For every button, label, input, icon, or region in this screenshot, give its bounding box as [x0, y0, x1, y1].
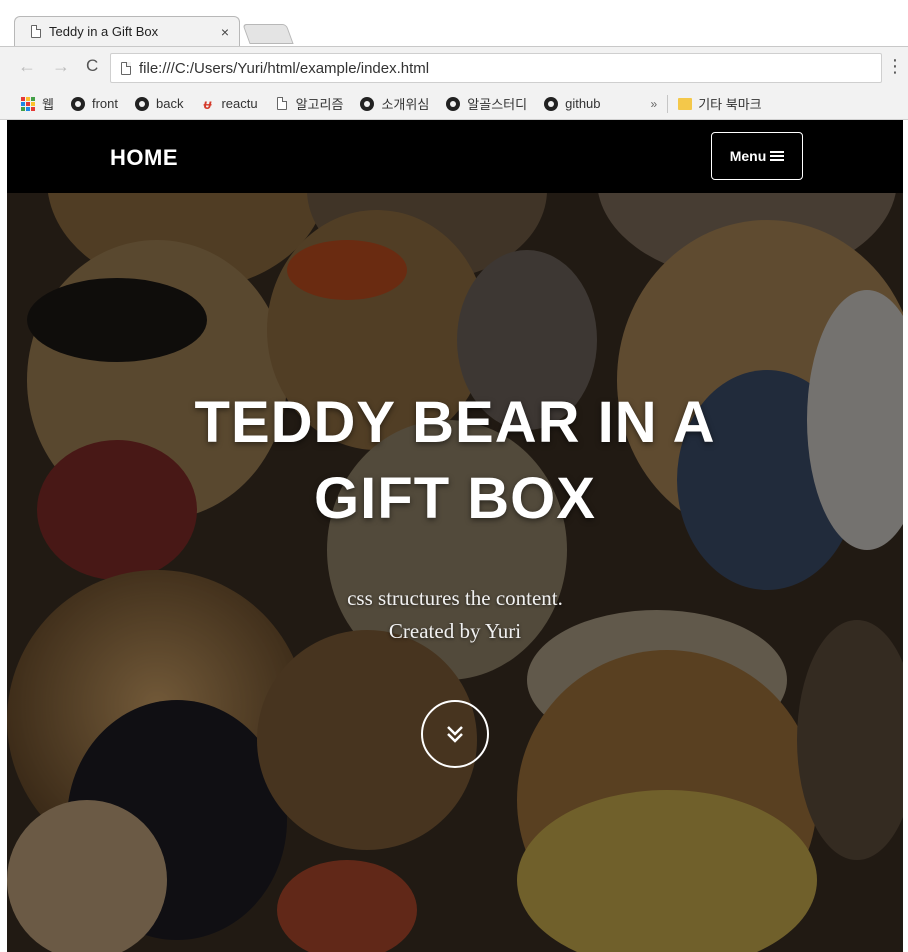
- page-icon: [31, 25, 41, 38]
- browser-tab[interactable]: Teddy in a Gift Box ×: [14, 16, 240, 46]
- bookmark-item[interactable]: back: [134, 96, 183, 112]
- github-icon: [70, 96, 86, 112]
- bookmark-item[interactable]: github: [543, 96, 601, 112]
- reload-icon[interactable]: C: [86, 57, 98, 75]
- apps-icon: [20, 96, 36, 112]
- site-navbar: HOME Menu: [7, 120, 903, 193]
- bookmarks-overflow-icon[interactable]: »: [651, 97, 658, 111]
- bookmark-label: reactu: [221, 96, 258, 111]
- github-icon: [134, 96, 150, 112]
- bookmark-label: front: [91, 96, 118, 111]
- bookmark-label: 알고리즘: [295, 97, 344, 112]
- address-url[interactable]: file:///C:/Users/Yuri/html/example/index…: [139, 60, 429, 77]
- other-bookmarks-label: 기타 북마크: [698, 97, 762, 112]
- bookmark-label: 소개위심: [381, 97, 430, 112]
- bookmarks-divider: [667, 94, 669, 113]
- scroll-down-button[interactable]: [421, 700, 489, 768]
- subtitle-line-1: css structures the content.: [347, 586, 563, 610]
- github-icon: [359, 96, 375, 112]
- bookmark-label: 알골스터디: [467, 97, 528, 112]
- tab-title: Teddy in a Gift Box: [49, 24, 159, 39]
- other-bookmarks-folder[interactable]: 기타 북마크: [678, 94, 762, 113]
- double-chevron-down-icon: [447, 726, 463, 743]
- headline-line-2: GIFT BOX: [314, 466, 596, 531]
- back-icon[interactable]: ←: [18, 57, 36, 75]
- bookmark-item[interactable]: 웹: [20, 94, 54, 113]
- bookmark-label: back: [155, 96, 184, 111]
- github-icon: [543, 96, 559, 112]
- hero-headline: TEDDY BEAR IN A GIFT BOX: [7, 385, 903, 537]
- close-tab-icon[interactable]: ×: [221, 24, 229, 40]
- bookmark-label: 웹: [42, 97, 54, 112]
- bookmark-item[interactable]: 알골스터디: [445, 94, 527, 113]
- bookmark-item[interactable]: ᵾ reactu: [199, 96, 257, 112]
- web-page: HOME Menu TEDDY BEAR IN A GIFT BOX css s…: [7, 120, 903, 952]
- folder-icon: [678, 97, 693, 110]
- forward-icon[interactable]: →: [52, 57, 70, 75]
- bookmark-item[interactable]: front: [70, 96, 118, 112]
- menu-button[interactable]: Menu: [711, 132, 803, 180]
- bookmarks-bar: 웹 front back ᵾ reactu 알고리즘 소개위심 알골스터디 gi…: [0, 88, 908, 120]
- bookmark-item[interactable]: 소개위심: [359, 94, 429, 113]
- react-icon: ᵾ: [203, 95, 212, 112]
- tab-strip: Teddy in a Gift Box ×: [0, 0, 908, 46]
- menu-label: Menu: [729, 148, 767, 164]
- browser-toolbar: ← → C file:///C:/Users/Yuri/html/example…: [0, 46, 908, 88]
- home-link[interactable]: HOME: [110, 145, 178, 171]
- subtitle-line-2: Created by Yuri: [388, 619, 522, 643]
- github-icon: [445, 96, 461, 112]
- hero-subtitle: css structures the content. Created by Y…: [7, 582, 903, 648]
- new-tab-button[interactable]: [242, 24, 294, 44]
- page-icon: [274, 96, 290, 112]
- address-bar[interactable]: file:///C:/Users/Yuri/html/example/index…: [110, 53, 882, 83]
- page-icon: [121, 61, 131, 75]
- bookmark-label: github: [565, 96, 601, 111]
- browser-menu-icon[interactable]: ⋮: [886, 57, 904, 75]
- bookmark-item[interactable]: 알고리즘: [274, 94, 344, 113]
- headline-line-1: TEDDY BEAR IN A: [194, 390, 716, 455]
- hamburger-icon: [770, 151, 785, 161]
